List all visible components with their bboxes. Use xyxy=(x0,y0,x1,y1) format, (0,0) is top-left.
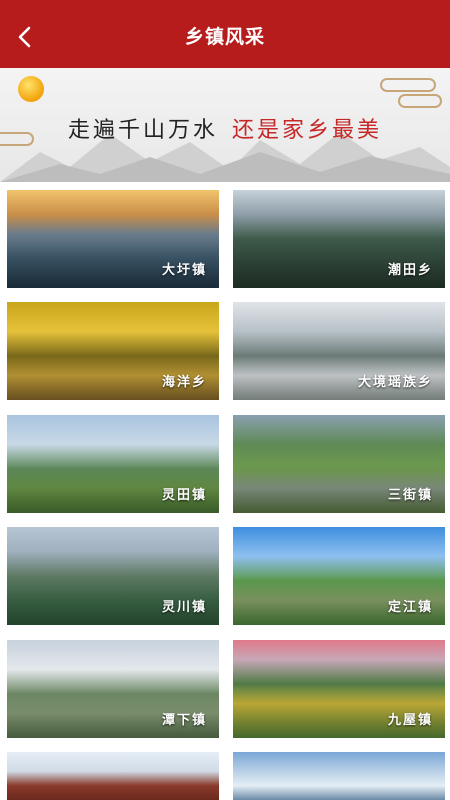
town-card[interactable]: 灵田镇 xyxy=(7,415,219,513)
town-name: 潮田乡 xyxy=(387,263,433,278)
town-name: 九屋镇 xyxy=(387,713,433,728)
town-name: 定江镇 xyxy=(387,600,433,615)
town-card[interactable]: 大境瑶族乡 xyxy=(233,302,445,400)
slogan-part2: 还是家乡最美 xyxy=(232,118,383,143)
page-title: 乡镇风采 xyxy=(184,26,265,48)
town-card[interactable] xyxy=(7,752,219,800)
town-card[interactable]: 定江镇 xyxy=(233,527,445,625)
town-card[interactable]: 海洋乡 xyxy=(7,302,219,400)
town-card[interactable]: 大圩镇 xyxy=(7,190,219,288)
app-header: 乡镇风采 xyxy=(0,0,450,68)
town-card[interactable]: 九屋镇 xyxy=(233,640,445,738)
town-name: 灵田镇 xyxy=(161,488,207,503)
town-name: 大境瑶族乡 xyxy=(357,375,433,390)
town-card[interactable] xyxy=(233,752,445,800)
town-name: 灵川镇 xyxy=(161,600,207,615)
sun-icon xyxy=(18,76,44,102)
town-name: 三街镇 xyxy=(387,488,433,503)
town-card[interactable]: 潭下镇 xyxy=(7,640,219,738)
slogan-banner: 走遍千山万水 还是家乡最美 xyxy=(0,68,450,182)
town-card[interactable]: 灵川镇 xyxy=(7,527,219,625)
slogan-part1: 走遍千山万水 xyxy=(67,118,218,143)
town-name: 大圩镇 xyxy=(161,263,207,278)
town-card[interactable]: 三街镇 xyxy=(233,415,445,513)
town-name: 海洋乡 xyxy=(161,375,207,390)
cloud-ornament xyxy=(380,78,436,92)
banner-slogan: 走遍千山万水 还是家乡最美 xyxy=(0,112,450,144)
town-name: 潭下镇 xyxy=(161,713,207,728)
town-card[interactable]: 潮田乡 xyxy=(233,190,445,288)
cloud-ornament xyxy=(398,94,442,108)
